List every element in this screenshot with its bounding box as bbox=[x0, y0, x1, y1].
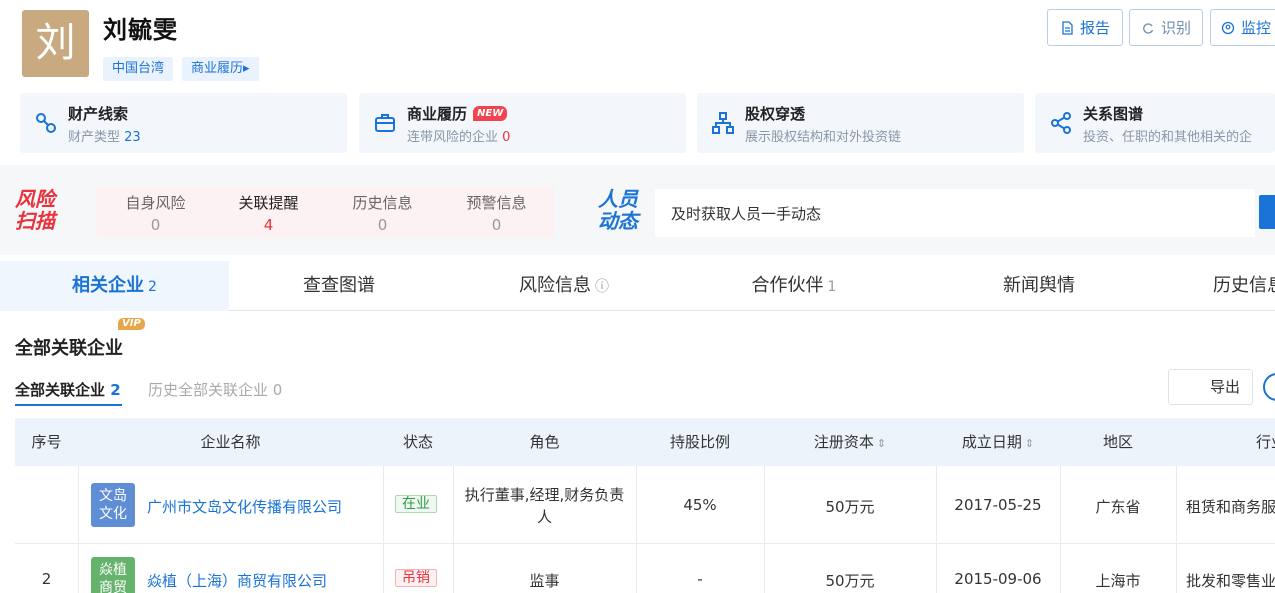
card-property-clues[interactable]: 财产线索 财产类型 23 bbox=[20, 93, 347, 153]
card-subtitle: 财产类型 23 bbox=[68, 130, 141, 145]
vip-badge: VIP bbox=[118, 318, 145, 330]
cell-share: 45% bbox=[683, 496, 717, 514]
th-role: 角色 bbox=[529, 433, 560, 451]
card-subtitle: 连带风险的企业 0 bbox=[407, 130, 511, 145]
status-badge: 吊销 bbox=[395, 567, 437, 589]
dynamic-logo: 人员 动态 bbox=[598, 187, 638, 233]
card-title: 股权穿透 bbox=[745, 105, 806, 123]
region-tag: 中国台湾 bbox=[103, 57, 174, 81]
th-capital[interactable]: 注册资本 ⇕ bbox=[764, 418, 936, 466]
new-badge: NEW bbox=[473, 106, 508, 121]
card-equity-penetration[interactable]: 股权穿透 展示股权结构和对外投资链 bbox=[697, 93, 1024, 153]
briefcase-icon bbox=[375, 114, 395, 132]
cell-date: 2017-05-25 bbox=[954, 496, 1042, 514]
company-logo: 焱植 商贸 bbox=[91, 557, 135, 593]
tab-partners[interactable]: 合作伙伴 1 bbox=[679, 261, 909, 311]
col-divider bbox=[1176, 466, 1177, 593]
tab-risk-info[interactable]: 风险信息 ⓘ bbox=[449, 261, 679, 311]
business-history-tag[interactable]: 商业履历▸ bbox=[182, 57, 259, 81]
link-icon bbox=[36, 113, 56, 133]
identify-button[interactable]: 识别 bbox=[1129, 9, 1203, 46]
org-chart-icon bbox=[712, 112, 734, 134]
company-name-link[interactable]: 焱植（上海）商贸有限公司 bbox=[147, 570, 327, 591]
card-business-history[interactable]: 商业履历 NEW 连带风险的企业 0 bbox=[359, 93, 686, 153]
document-icon bbox=[1062, 20, 1073, 35]
tab-news[interactable]: 新闻舆情 bbox=[909, 261, 1169, 311]
sort-icon: ⇕ bbox=[876, 437, 887, 450]
monitor-label: 监控 bbox=[1240, 19, 1271, 37]
card-subtitle: 展示股权结构和对外投资链 bbox=[745, 130, 902, 145]
th-status: 状态 bbox=[402, 433, 433, 451]
sort-icon: ⇕ bbox=[1024, 437, 1035, 450]
subtab-underline bbox=[15, 404, 122, 406]
tab-related-companies[interactable]: 相关企业 2 bbox=[0, 261, 229, 311]
th-share: 持股比例 bbox=[669, 433, 730, 451]
cell-date: 2015-09-06 bbox=[954, 570, 1042, 588]
company-name-link[interactable]: 广州市文岛文化传播有限公司 bbox=[147, 496, 342, 517]
report-label: 报告 bbox=[1079, 19, 1110, 37]
export-button[interactable]: 导出 bbox=[1168, 369, 1253, 405]
risk-scan-logo: 风险 扫描 bbox=[15, 187, 55, 233]
person-name: 刘毓雯 bbox=[103, 16, 178, 44]
tab-graph[interactable]: 查查图谱 bbox=[229, 261, 449, 311]
cell-index: 2 bbox=[41, 570, 52, 588]
risk-item-self[interactable]: 自身风险 0 bbox=[99, 192, 212, 234]
section-title: 全部关联企业 bbox=[15, 338, 123, 359]
cell-industry: 批发和零售业 bbox=[1186, 572, 1275, 590]
status-badge: 在业 bbox=[395, 493, 437, 515]
th-name: 企业名称 bbox=[200, 433, 261, 451]
card-title: 关系图谱 bbox=[1083, 105, 1144, 123]
risk-item-related[interactable]: 关联提醒 4 bbox=[212, 192, 325, 234]
cell-region: 广东省 bbox=[1095, 498, 1141, 516]
cell-region: 上海市 bbox=[1095, 572, 1141, 590]
th-index: 序号 bbox=[31, 433, 62, 451]
th-region: 地区 bbox=[1102, 433, 1133, 451]
dynamic-text: 及时获取人员一手动态 bbox=[671, 205, 822, 223]
identify-label: 识别 bbox=[1160, 19, 1191, 37]
subtab-history-related[interactable]: 历史全部关联企业 0 bbox=[148, 379, 282, 400]
cell-share: - bbox=[697, 570, 703, 588]
risk-item-history[interactable]: 历史信息 0 bbox=[326, 192, 439, 234]
card-title: 财产线索 bbox=[68, 105, 129, 123]
card-relationship-graph[interactable]: 关系图谱 投资、任职的和其他相关的企 bbox=[1035, 93, 1275, 153]
report-button[interactable]: 报告 bbox=[1047, 9, 1123, 46]
risk-item-warning[interactable]: 预警信息 0 bbox=[440, 192, 553, 234]
company-logo: 文岛 文化 bbox=[91, 483, 135, 527]
card-subtitle: 投资、任职的和其他相关的企 bbox=[1083, 130, 1253, 145]
cell-industry: 租赁和商务服务 bbox=[1186, 498, 1275, 516]
avatar: 刘 bbox=[22, 10, 89, 77]
cell-role: 执行董事,经理,财务负责人 bbox=[464, 486, 625, 526]
dynamic-button[interactable] bbox=[1259, 195, 1275, 229]
cell-role: 监事 bbox=[529, 572, 560, 590]
card-title: 商业履历 NEW bbox=[407, 103, 508, 124]
monitor-button[interactable]: 监控 bbox=[1210, 9, 1275, 46]
col-divider bbox=[78, 466, 79, 593]
th-date[interactable]: 成立日期 ⇕ bbox=[936, 418, 1060, 466]
col-divider bbox=[383, 466, 384, 593]
help-round-button[interactable] bbox=[1263, 373, 1275, 401]
monitor-icon bbox=[1221, 21, 1235, 34]
subtab-all-related[interactable]: 全部关联企业 2 bbox=[15, 379, 121, 400]
info-icon: ⓘ bbox=[595, 279, 609, 295]
share-icon bbox=[1051, 112, 1071, 134]
cell-capital: 50万元 bbox=[825, 498, 875, 516]
cell-capital: 50万元 bbox=[825, 572, 875, 590]
refresh-icon bbox=[1143, 22, 1154, 34]
tab-history[interactable]: 历史信息 bbox=[1169, 261, 1275, 311]
th-industry: 行业 bbox=[1256, 433, 1275, 451]
